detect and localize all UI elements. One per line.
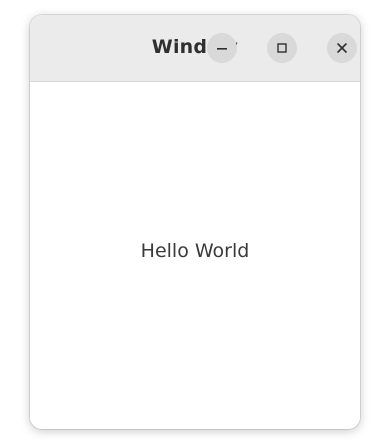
minimize-button[interactable] (207, 33, 237, 63)
close-icon (336, 42, 348, 54)
close-button[interactable] (327, 33, 357, 63)
window-content: Hello World (30, 82, 360, 429)
app-window: Window Hello World (30, 15, 360, 429)
window-title: Window (151, 36, 239, 58)
title-bar[interactable]: Window (30, 15, 360, 82)
hello-label: Hello World (140, 240, 250, 262)
maximize-icon (276, 42, 288, 54)
maximize-button[interactable] (267, 33, 297, 63)
minimize-icon (216, 42, 228, 54)
